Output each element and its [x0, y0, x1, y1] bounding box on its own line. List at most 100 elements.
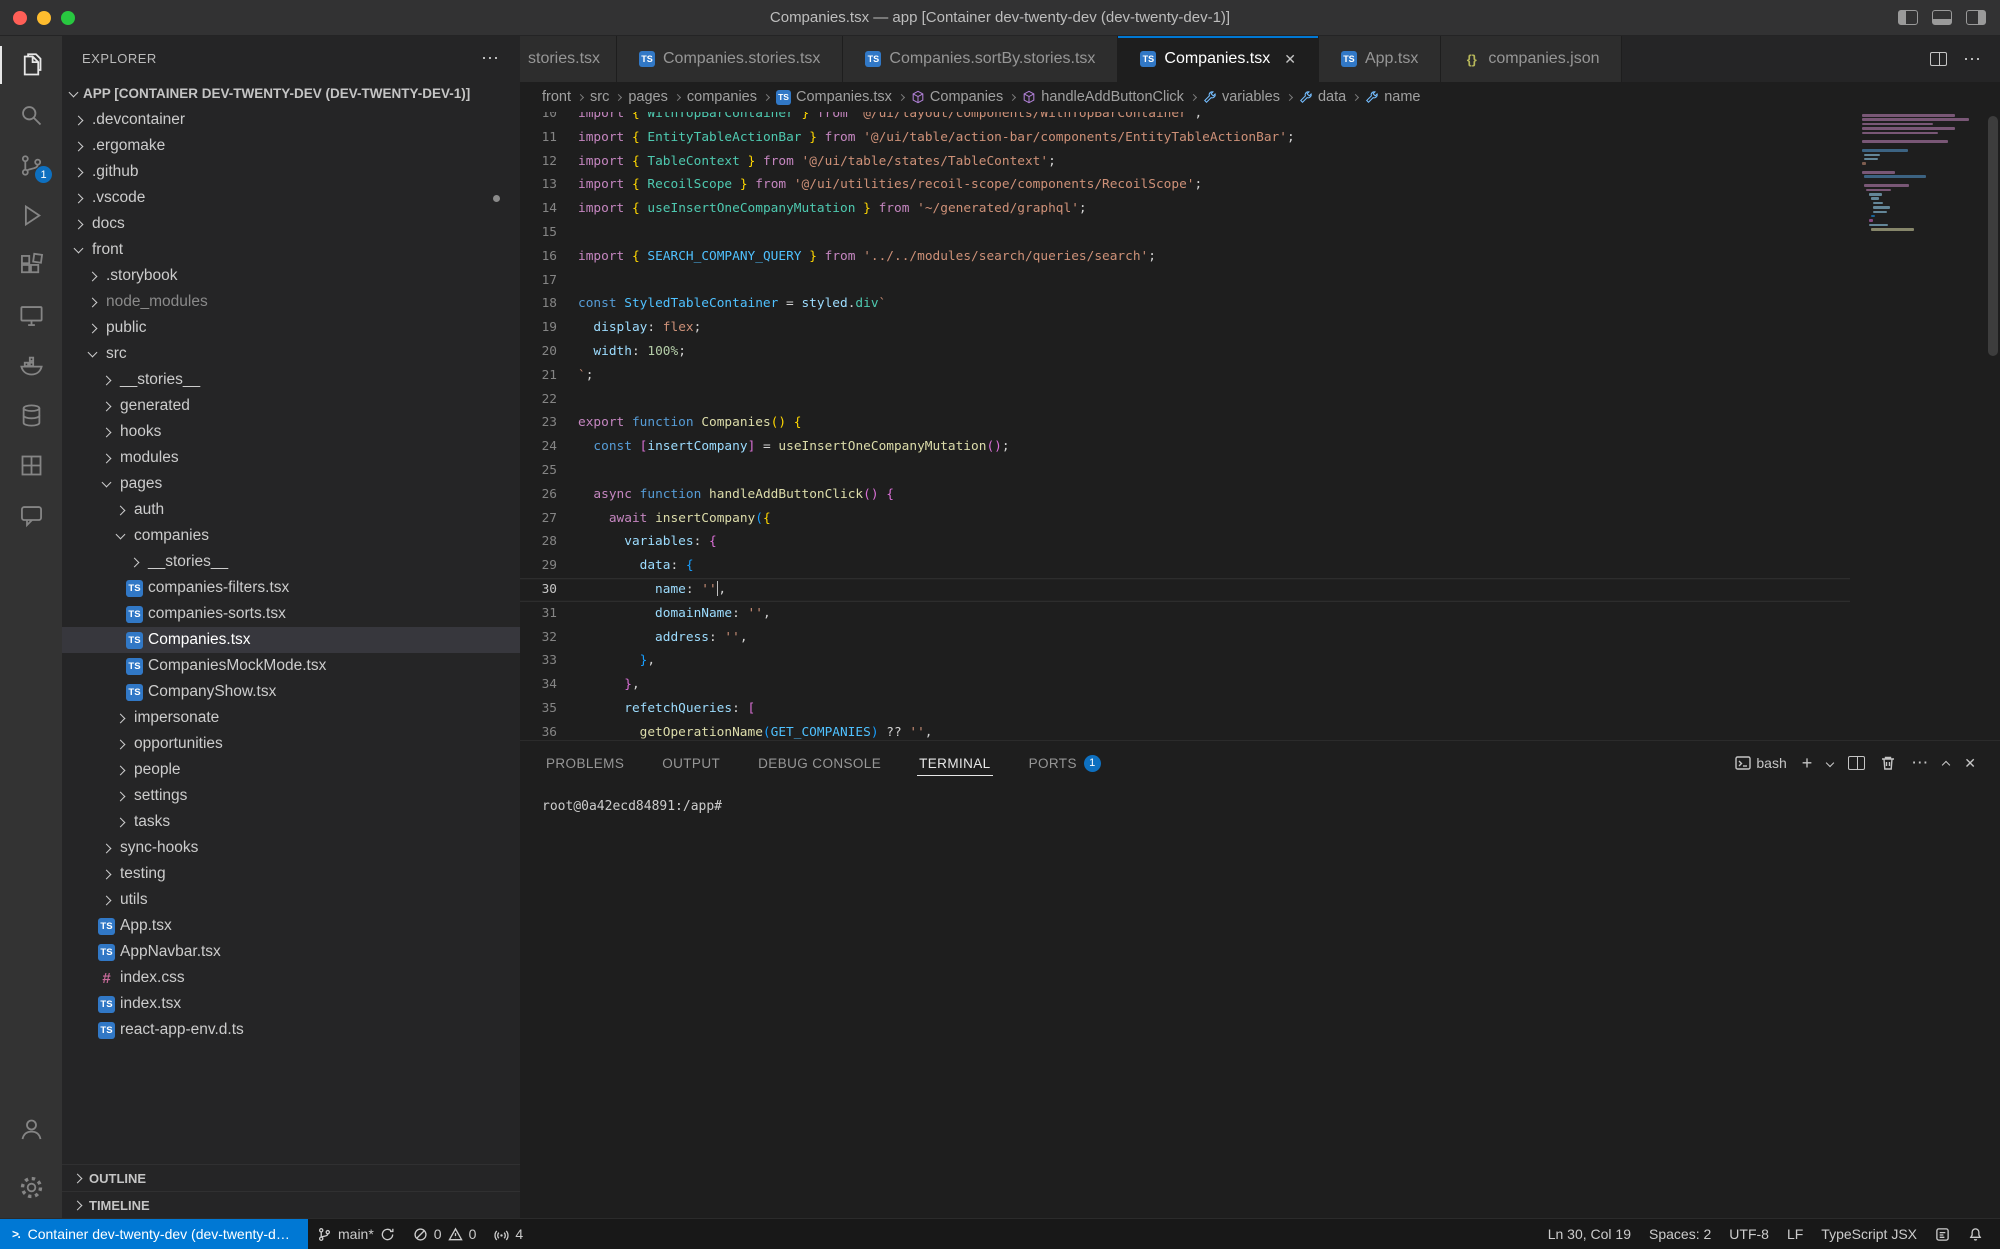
tree-folder-.github[interactable]: .github [62, 159, 520, 185]
terminal-shell-selector[interactable]: bash [1735, 755, 1786, 771]
split-terminal-icon[interactable] [1848, 756, 1865, 770]
minimap[interactable] [1862, 114, 1984, 233]
tree-folder-impersonate[interactable]: impersonate [62, 705, 520, 731]
explorer-more-actions-icon[interactable]: ⋯ [481, 48, 500, 69]
toggle-panel-icon[interactable] [1932, 10, 1952, 25]
search-icon[interactable] [0, 90, 62, 140]
tab-companies.json[interactable]: {}companies.json [1441, 36, 1622, 82]
tree-folder-tasks[interactable]: tasks [62, 809, 520, 835]
tab-stories.tsx[interactable]: stories.tsx [520, 36, 617, 82]
tree-file-App.tsx[interactable]: TSApp.tsx [62, 913, 520, 939]
tree-file-index.css[interactable]: #index.css [62, 965, 520, 991]
toggle-primary-sidebar-icon[interactable] [1898, 10, 1918, 25]
kill-terminal-icon[interactable] [1880, 755, 1896, 771]
tree-folder-front[interactable]: front [62, 237, 520, 263]
database-icon[interactable] [0, 390, 62, 440]
tree-folder-.storybook[interactable]: .storybook [62, 263, 520, 289]
breadcrumb-item-name[interactable]: name [1365, 89, 1420, 105]
editor-scrollbar[interactable] [1988, 116, 1998, 356]
tree-folder-node_modules[interactable]: node_modules [62, 289, 520, 315]
tree-file-Companies.tsx[interactable]: TSCompanies.tsx [62, 627, 520, 653]
split-editor-icon[interactable] [1930, 52, 1947, 66]
chat-icon[interactable] [0, 490, 62, 540]
extensions-icon[interactable] [0, 240, 62, 290]
breadcrumb-item-front[interactable]: front [542, 89, 571, 105]
tab-Companies.tsx[interactable]: TSCompanies.tsx✕ [1118, 36, 1319, 82]
panel-more-actions-icon[interactable]: ⋯ [1911, 753, 1928, 773]
tree-folder-public[interactable]: public [62, 315, 520, 341]
tree-folder-pages[interactable]: pages [62, 471, 520, 497]
workspace-section-header[interactable]: APP [CONTAINER DEV-TWENTY-DEV (DEV-TWENT… [62, 80, 520, 107]
tree-folder-people[interactable]: people [62, 757, 520, 783]
tree-folder-.devcontainer[interactable]: .devcontainer [62, 107, 520, 133]
prettier-icon[interactable] [1926, 1219, 1959, 1249]
tree-folder-hooks[interactable]: hooks [62, 419, 520, 445]
eol-setting[interactable]: LF [1778, 1219, 1812, 1249]
toggle-secondary-sidebar-icon[interactable] [1966, 10, 1986, 25]
breadcrumb-item-companies[interactable]: companies [687, 89, 757, 105]
tree-folder-sync-hooks[interactable]: sync-hooks [62, 835, 520, 861]
tab-App.tsx[interactable]: TSApp.tsx [1319, 36, 1441, 82]
terminal-output[interactable]: root@0a42ecd84891:/app# [520, 785, 2000, 1218]
tree-file-AppNavbar.tsx[interactable]: TSAppNavbar.tsx [62, 939, 520, 965]
code-editor[interactable]: 10import { WithTopBarContainer } from '@… [520, 112, 2000, 740]
tab-Companies.stories.tsx[interactable]: TSCompanies.stories.tsx [617, 36, 843, 82]
tree-folder-companies[interactable]: companies [62, 523, 520, 549]
new-terminal-icon[interactable]: + [1802, 753, 1813, 774]
close-tab-icon[interactable]: ✕ [1284, 51, 1296, 68]
encoding-setting[interactable]: UTF-8 [1720, 1219, 1778, 1249]
tree-folder-opportunities[interactable]: opportunities [62, 731, 520, 757]
outline-section[interactable]: OUTLINE [62, 1164, 520, 1191]
run-debug-icon[interactable] [0, 190, 62, 240]
tree-file-companies-filters.tsx[interactable]: TScompanies-filters.tsx [62, 575, 520, 601]
settings-gear-icon[interactable] [0, 1162, 62, 1212]
breadcrumb-item-Companies.tsx[interactable]: TSCompanies.tsx [776, 89, 892, 105]
tree-folder-.vscode[interactable]: .vscode [62, 185, 520, 211]
docker-icon[interactable] [0, 340, 62, 390]
timeline-section[interactable]: TIMELINE [62, 1191, 520, 1218]
tree-folder-__stories__[interactable]: __stories__ [62, 367, 520, 393]
remote-indicator[interactable]: >< Container dev-twenty-dev (dev-twenty-… [0, 1219, 308, 1249]
breadcrumb-item-src[interactable]: src [590, 89, 609, 105]
tree-file-CompaniesMockMode.tsx[interactable]: TSCompaniesMockMode.tsx [62, 653, 520, 679]
cursor-position[interactable]: Ln 30, Col 19 [1539, 1219, 1640, 1249]
tab-Companies.sortBy.stories.tsx[interactable]: TSCompanies.sortBy.stories.tsx [843, 36, 1118, 82]
breadcrumb-item-pages[interactable]: pages [628, 89, 668, 105]
editor-more-actions-icon[interactable]: ⋯ [1963, 49, 1982, 70]
ports-indicator[interactable]: 4 [485, 1219, 532, 1249]
branch-indicator[interactable]: main* [308, 1219, 404, 1249]
tree-file-CompanyShow.tsx[interactable]: TSCompanyShow.tsx [62, 679, 520, 705]
tree-folder-generated[interactable]: generated [62, 393, 520, 419]
tree-folder-src[interactable]: src [62, 341, 520, 367]
tree-folder-testing[interactable]: testing [62, 861, 520, 887]
tree-file-index.tsx[interactable]: TSindex.tsx [62, 991, 520, 1017]
tree-folder-utils[interactable]: utils [62, 887, 520, 913]
tree-folder-modules[interactable]: modules [62, 445, 520, 471]
panel-tab-output[interactable]: OUTPUT [660, 741, 722, 785]
panel-tab-debug-console[interactable]: DEBUG CONSOLE [756, 741, 883, 785]
terminal-dropdown-icon[interactable] [1827, 760, 1833, 766]
remote-explorer-icon[interactable] [0, 290, 62, 340]
panel-tab-problems[interactable]: PROBLEMS [544, 741, 626, 785]
close-panel-icon[interactable]: ✕ [1964, 755, 1976, 772]
tree-folder-settings[interactable]: settings [62, 783, 520, 809]
maximize-panel-icon[interactable] [1943, 758, 1949, 768]
breadcrumb-item-data[interactable]: data [1299, 89, 1346, 105]
panel-tab-terminal[interactable]: TERMINAL [917, 741, 992, 785]
indentation-setting[interactable]: Spaces: 2 [1640, 1219, 1720, 1249]
source-control-icon[interactable]: 1 [0, 140, 62, 190]
tree-file-react-app-env.d.ts[interactable]: TSreact-app-env.d.ts [62, 1017, 520, 1043]
tree-folder-.ergomake[interactable]: .ergomake [62, 133, 520, 159]
tree-file-companies-sorts.tsx[interactable]: TScompanies-sorts.tsx [62, 601, 520, 627]
bell-icon[interactable] [1959, 1219, 1992, 1249]
explorer-icon[interactable] [0, 40, 62, 90]
grid-icon[interactable] [0, 440, 62, 490]
breadcrumb-item-handleAddButtonClick[interactable]: handleAddButtonClick [1022, 89, 1184, 105]
tree-folder-__stories__[interactable]: __stories__ [62, 549, 520, 575]
language-mode[interactable]: TypeScript JSX [1812, 1219, 1926, 1249]
tree-folder-docs[interactable]: docs [62, 211, 520, 237]
panel-tab-ports[interactable]: PORTS1 [1027, 741, 1103, 785]
tree-folder-auth[interactable]: auth [62, 497, 520, 523]
accounts-icon[interactable] [0, 1104, 62, 1154]
breadcrumb-item-Companies[interactable]: Companies [911, 89, 1003, 105]
